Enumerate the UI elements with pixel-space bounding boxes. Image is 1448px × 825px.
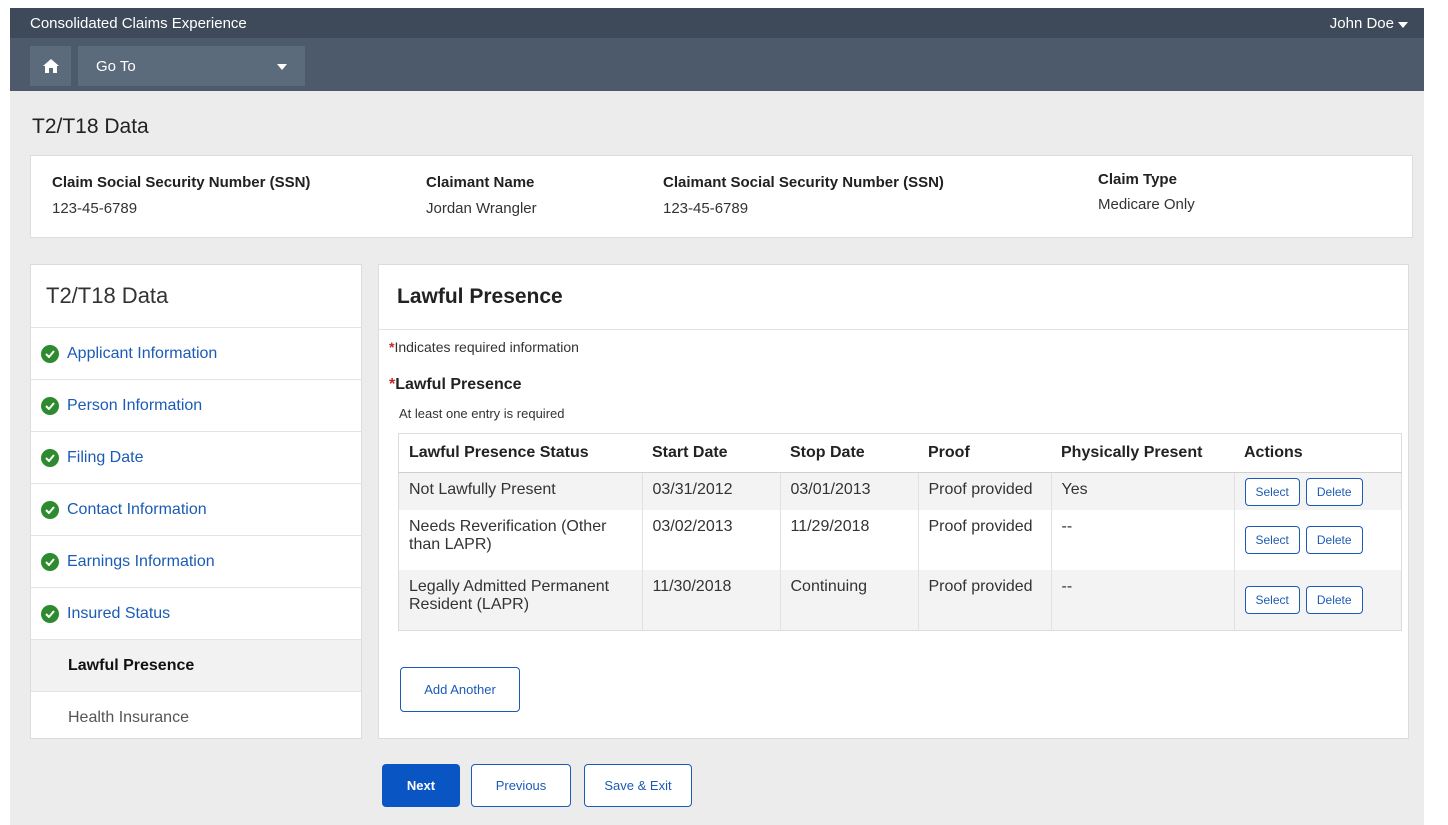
claimant-ssn-field: Claimant Social Security Number (SSN) 12… [663, 174, 944, 217]
claimant-name-value: Jordan Wrangler [426, 200, 537, 217]
claimant-ssn-value: 123-45-6789 [663, 200, 749, 217]
table-row: Not Lawfully Present 03/31/2012 03/01/20… [398, 472, 1402, 510]
field-label-text: Lawful Presence [395, 376, 522, 393]
sidebar-item-health-insurance[interactable]: Health Insurance [31, 692, 361, 744]
save-exit-button[interactable]: Save & Exit [584, 764, 692, 807]
delete-button[interactable]: Delete [1305, 586, 1363, 614]
actions-cell: Select Delete [1233, 472, 1402, 510]
sidebar-item-label: Earnings Information [67, 552, 215, 570]
sidebar-title: T2/T18 Data [31, 265, 361, 328]
check-circle-icon [41, 344, 59, 363]
user-name: John Doe [1329, 15, 1394, 32]
app-title: Consolidated Claims Experience [30, 15, 247, 32]
previous-button[interactable]: Previous [471, 764, 571, 807]
top-navigation-bar: Consolidated Claims Experience John Doe … [10, 8, 1424, 91]
required-note-text: Indicates required information [394, 339, 579, 355]
field-hint: At least one entry is required [399, 406, 565, 421]
select-button[interactable]: Select [1244, 526, 1300, 554]
sidebar-item-contact-information[interactable]: Contact Information [31, 484, 361, 536]
check-circle-icon [41, 500, 59, 519]
sidebar-item-insured-status[interactable]: Insured Status [31, 588, 361, 640]
table-header-row: Lawful Presence Status Start Date Stop D… [398, 433, 1402, 473]
user-menu[interactable]: John Doe [1330, 15, 1408, 32]
check-circle-icon [41, 604, 59, 623]
column-header: Actions [1234, 433, 1402, 473]
check-circle-icon [41, 448, 59, 467]
home-icon [42, 59, 59, 73]
stop-date-cell: Continuing [779, 570, 918, 631]
title-strip: Consolidated Claims Experience John Doe [10, 8, 1424, 38]
home-button[interactable] [30, 46, 71, 86]
sidebar-item-label: Applicant Information [67, 344, 218, 362]
next-button[interactable]: Next [382, 764, 460, 807]
claimant-name-label: Claimant Name [426, 174, 535, 191]
claim-ssn-label: Claim Social Security Number (SSN) [52, 174, 311, 191]
sidebar-item-filing-date[interactable]: Filing Date [31, 432, 361, 484]
sidebar-item-label: Insured Status [67, 604, 171, 622]
sidebar-item-label: Health Insurance [68, 709, 189, 726]
section-sidebar: T2/T18 Data Applicant Information Person… [30, 264, 362, 739]
sidebar-item-label: Lawful Presence [68, 656, 195, 674]
status-cell: Legally Admitted Permanent Resident (LAP… [398, 570, 642, 631]
sidebar-item-label: Filing Date [67, 448, 144, 466]
claim-type-field: Claim Type Medicare Only [1098, 171, 1195, 213]
sidebar-item-label: Contact Information [67, 500, 207, 518]
claim-ssn-field: Claim Social Security Number (SSN) 123-4… [52, 174, 310, 217]
sidebar-item-applicant-information[interactable]: Applicant Information [31, 328, 361, 380]
stop-date-cell: 03/01/2013 [779, 472, 918, 510]
column-header: Start Date [642, 433, 780, 473]
status-cell: Not Lawfully Present [398, 472, 642, 510]
goto-dropdown[interactable]: Go To [78, 46, 305, 86]
stop-date-cell: 11/29/2018 [779, 510, 918, 570]
required-note: *Indicates required information [389, 339, 579, 355]
select-button[interactable]: Select [1244, 477, 1300, 506]
claim-summary-card: Claim Social Security Number (SSN) 123-4… [30, 155, 1413, 238]
lawful-presence-panel: Lawful Presence *Indicates required info… [378, 264, 1409, 739]
physically-present-cell: -- [1050, 510, 1234, 570]
table-row: Legally Admitted Permanent Resident (LAP… [398, 570, 1402, 631]
status-cell: Needs Reverification (Other than LAPR) [409, 518, 607, 553]
actions-cell: Select Delete [1233, 510, 1402, 570]
claim-ssn-value: 123-45-6789 [52, 200, 138, 217]
sidebar-item-person-information[interactable]: Person Information [31, 380, 361, 432]
actions-cell: Select Delete [1233, 570, 1402, 631]
proof-cell: Proof provided [917, 510, 1051, 570]
section-title: Lawful Presence [379, 265, 1408, 330]
goto-label: Go To [96, 57, 136, 75]
column-header: Physically Present [1051, 433, 1234, 473]
column-header: Stop Date [780, 433, 918, 473]
proof-cell: Proof provided [917, 570, 1051, 631]
physically-present-cell: -- [1050, 570, 1234, 631]
sidebar-item-label: Person Information [67, 396, 203, 414]
sidebar-item-lawful-presence[interactable]: Lawful Presence [31, 640, 361, 692]
page-title: T2/T18 Data [32, 115, 149, 138]
claimant-name-field: Claimant Name Jordan Wrangler [426, 174, 537, 217]
start-date-cell: 11/30/2018 [641, 570, 780, 631]
lawful-presence-field-label: *Lawful Presence [389, 376, 522, 394]
add-another-button[interactable]: Add Another [400, 667, 520, 712]
table-row: Needs Reverification (Other than LAPR) 0… [399, 510, 1402, 570]
start-date-cell: 03/31/2012 [641, 472, 780, 510]
sidebar-item-earnings-information[interactable]: Earnings Information [31, 536, 361, 588]
claim-type-value: Medicare Only [1098, 196, 1195, 213]
caret-down-icon [277, 64, 287, 70]
delete-button[interactable]: Delete [1305, 526, 1363, 554]
caret-down-icon [1398, 21, 1408, 28]
claimant-ssn-label: Claimant Social Security Number (SSN) [663, 174, 944, 191]
claim-type-label: Claim Type [1098, 171, 1177, 188]
delete-button[interactable]: Delete [1305, 477, 1363, 506]
physically-present-cell: Yes [1050, 472, 1234, 510]
column-header: Proof [918, 433, 1051, 473]
column-header: Lawful Presence Status [398, 433, 642, 473]
select-button[interactable]: Select [1244, 586, 1300, 614]
check-circle-icon [41, 552, 59, 571]
check-circle-icon [41, 396, 59, 415]
proof-cell: Proof provided [917, 472, 1051, 510]
lawful-presence-table: Lawful Presence Status Start Date Stop D… [398, 433, 1402, 631]
start-date-cell: 03/02/2013 [641, 510, 780, 570]
